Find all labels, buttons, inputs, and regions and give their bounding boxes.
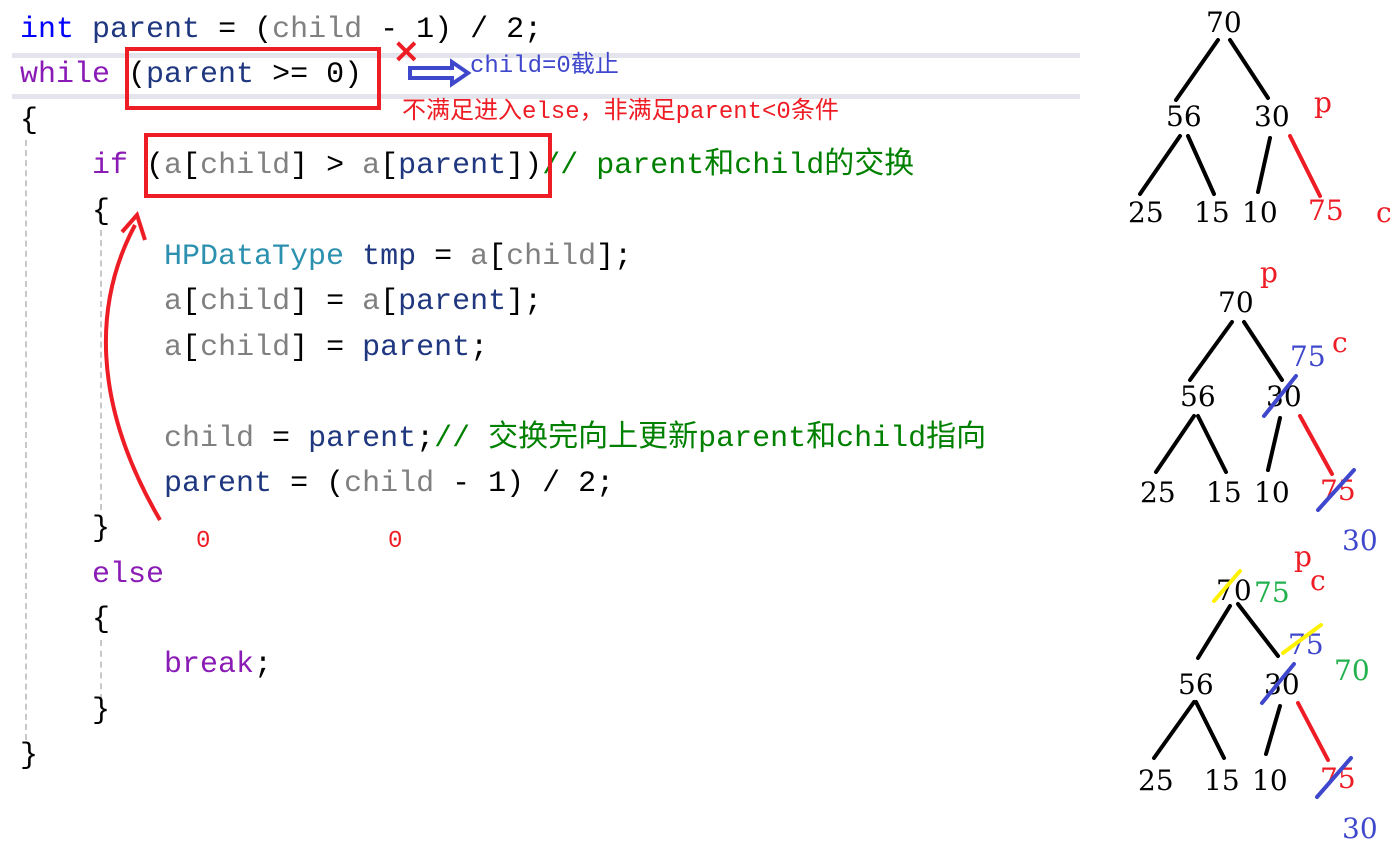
- tree-node: 70: [1218, 286, 1254, 319]
- heap-tree-1: 70 56 30 25 15 10 75 p c: [1128, 6, 1392, 229]
- tree-node: 10: [1254, 476, 1290, 509]
- tree-node: 25: [1140, 476, 1176, 509]
- while-condition-box: [125, 47, 381, 110]
- annotation-layer: × child=0截止 不满足进入else，非满足parent<0条件 0 0 …: [103, 6, 1392, 845]
- swapped-value: 30: [1342, 524, 1378, 557]
- zero-label: 0: [388, 528, 402, 555]
- heap-tree-2: 70 56 30 25 15 10 75 75 30 p c: [1140, 256, 1378, 557]
- tree-node: 10: [1252, 764, 1288, 797]
- tree-node: 56: [1180, 380, 1216, 413]
- tree-node: 56: [1178, 668, 1214, 701]
- tree-node: 10: [1242, 196, 1278, 229]
- cross-mark: ×: [392, 31, 421, 71]
- tree-node: 56: [1166, 100, 1202, 133]
- heap-tree-3: 70 56 30 25 15 10 75 75 75 70 30 p c: [1138, 540, 1378, 845]
- tree-node: 30: [1254, 100, 1290, 133]
- tree-node: 25: [1138, 764, 1174, 797]
- child-zero-note: child=0截止: [470, 51, 619, 80]
- parent-label: p: [1260, 256, 1278, 289]
- else-note: 不满足进入else，非满足parent<0条件: [402, 97, 839, 126]
- child-label: c: [1376, 196, 1392, 229]
- tree-node: 15: [1194, 196, 1230, 229]
- swapped-value: 70: [1334, 654, 1370, 687]
- zero-label: 0: [196, 528, 210, 555]
- tree-node: 15: [1206, 476, 1242, 509]
- child-label: c: [1310, 564, 1326, 597]
- tree-node: 25: [1128, 196, 1164, 229]
- swapped-value: 75: [1254, 576, 1290, 609]
- parent-label: p: [1314, 86, 1332, 119]
- tree-node: 15: [1204, 764, 1240, 797]
- loop-back-arrow: [103, 224, 162, 522]
- swapped-value: 75: [1290, 340, 1326, 373]
- tree-node: 70: [1206, 6, 1242, 39]
- if-condition-box: [144, 133, 552, 198]
- tree-node: 75: [1308, 194, 1344, 227]
- swapped-value: 30: [1342, 812, 1378, 845]
- child-label: c: [1332, 326, 1348, 359]
